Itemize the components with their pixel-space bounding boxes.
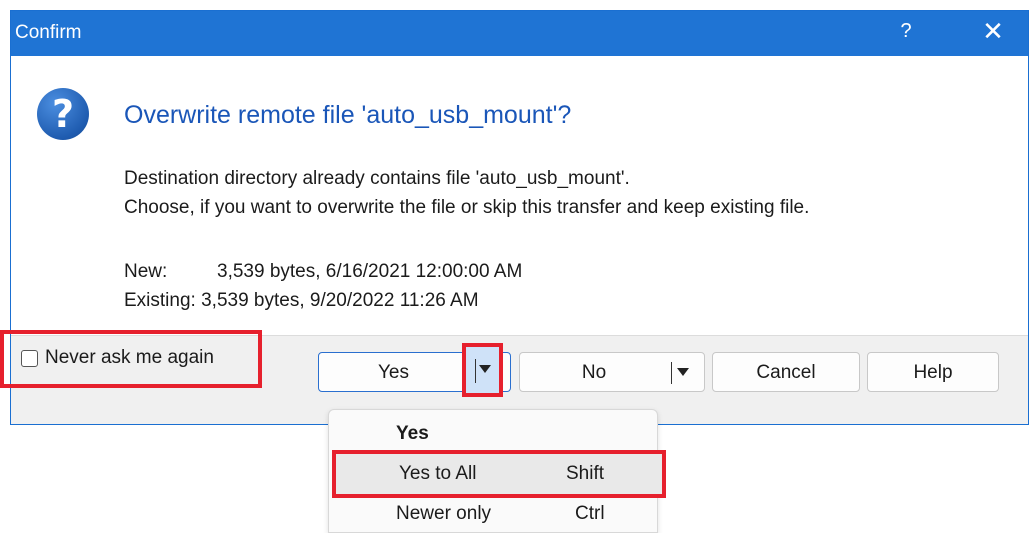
menu-item-newer-only[interactable]: Newer only Ctrl xyxy=(329,496,657,532)
new-label: New: xyxy=(124,261,168,282)
cancel-button-label[interactable]: Cancel xyxy=(713,362,859,384)
window-title: Confirm xyxy=(15,22,82,43)
dialog-heading: Overwrite remote file 'auto_usb_mount'? xyxy=(124,101,572,129)
yes-button-label[interactable]: Yes xyxy=(319,362,468,384)
menu-item-label: Yes to All xyxy=(399,463,477,484)
existing-file-info: Existing: 3,539 bytes, 9/20/2022 11:26 A… xyxy=(124,290,479,312)
menu-item-shortcut: Shift xyxy=(566,463,605,484)
new-file-info: New: 3,539 bytes, 6/16/2021 12:00:00 AM xyxy=(124,261,522,283)
menu-item-yes-to-all[interactable]: Yes to All Shift xyxy=(332,450,666,498)
help-button-label[interactable]: Help xyxy=(868,362,998,384)
existing-value: 3,539 bytes, 9/20/2022 11:26 AM xyxy=(201,290,479,311)
menu-item-label: Yes xyxy=(396,423,429,444)
title-bar: Confirm ? ✕ xyxy=(11,11,1028,56)
cancel-button[interactable]: Cancel xyxy=(712,352,860,392)
no-button-label[interactable]: No xyxy=(520,362,668,384)
chevron-down-icon[interactable] xyxy=(479,365,491,373)
description-line-1: Destination directory already contains f… xyxy=(124,168,630,189)
new-value: 3,539 bytes, 6/16/2021 12:00:00 AM xyxy=(217,261,523,282)
question-icon: ? xyxy=(37,88,89,140)
title-help-button[interactable]: ? xyxy=(891,20,921,43)
menu-item-shortcut: Ctrl xyxy=(575,503,605,524)
never-ask-checkbox[interactable]: Never ask me again xyxy=(0,330,262,388)
description-line-2: Choose, if you want to overwrite the fil… xyxy=(124,197,810,218)
yes-split-separator xyxy=(475,359,476,383)
checkbox-box[interactable] xyxy=(21,350,38,367)
menu-item-label: Newer only xyxy=(396,503,492,524)
help-button[interactable]: Help xyxy=(867,352,999,392)
chevron-down-icon[interactable] xyxy=(677,368,689,376)
yes-dropdown-arrow[interactable] xyxy=(462,343,503,397)
existing-label: Existing: xyxy=(124,290,196,311)
menu-item-yes[interactable]: Yes xyxy=(329,416,657,452)
never-ask-label[interactable]: Never ask me again xyxy=(45,347,214,369)
close-button[interactable]: ✕ xyxy=(973,16,1013,47)
no-split-separator xyxy=(671,362,672,384)
no-split-button[interactable]: No xyxy=(519,352,705,392)
